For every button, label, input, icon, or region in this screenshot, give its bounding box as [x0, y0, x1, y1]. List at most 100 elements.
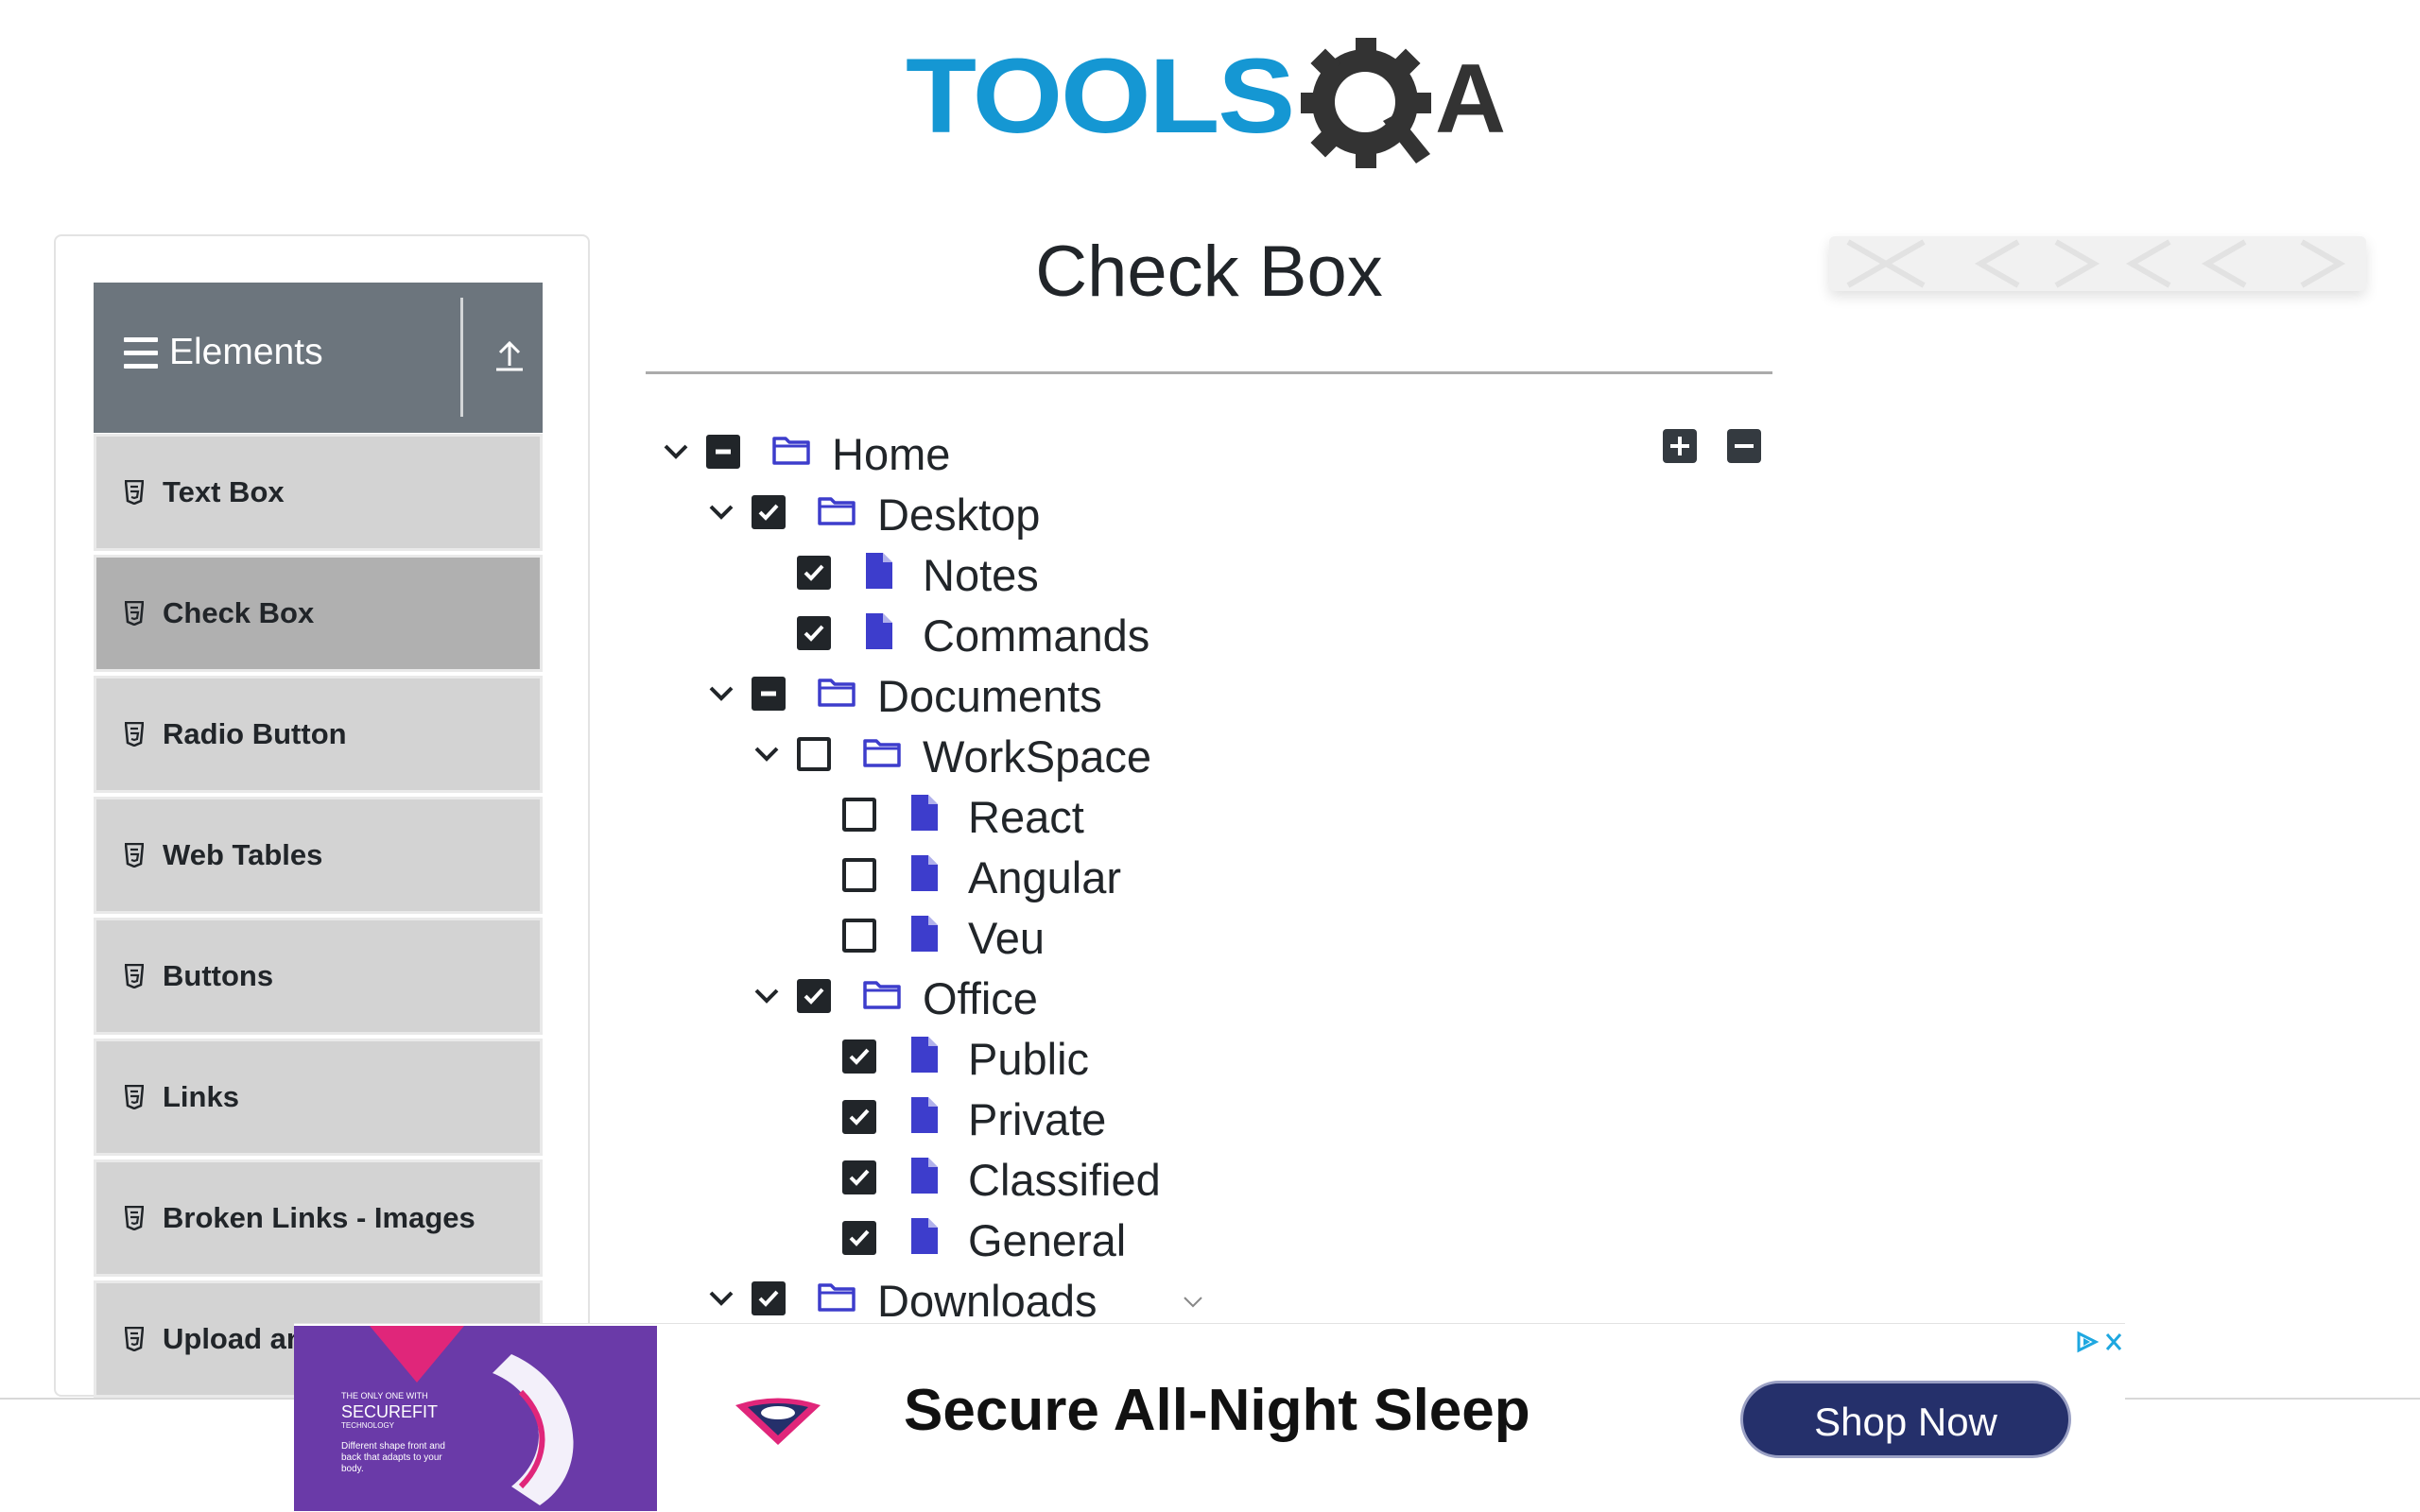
file-icon: [911, 916, 938, 952]
tree-node-label[interactable]: Private: [968, 1093, 1106, 1145]
check-icon: [758, 504, 779, 521]
ad-headline[interactable]: Secure All-Night Sleep: [904, 1377, 1530, 1444]
tree-node-public[interactable]: Public: [781, 1027, 1443, 1088]
checkbox[interactable]: [797, 556, 831, 590]
sidebar-item-web-tables[interactable]: Web Tables: [94, 797, 543, 914]
checkbox[interactable]: [752, 495, 786, 529]
collapse-arrow-icon[interactable]: [491, 337, 528, 375]
checkbox[interactable]: [706, 435, 740, 469]
sidebar-item-label: Check Box: [163, 596, 315, 629]
check-icon: [804, 988, 824, 1005]
expand-all-button[interactable]: [1663, 429, 1697, 463]
sidebar-item-label: Text Box: [163, 475, 285, 508]
html5-icon: [125, 964, 144, 988]
tree-node-label[interactable]: Classified: [968, 1154, 1161, 1206]
tree-node-classified[interactable]: Classified: [781, 1148, 1443, 1209]
tree-node-commands[interactable]: Commands: [735, 604, 1397, 664]
chevron-down-icon[interactable]: [707, 502, 735, 523]
tree-node-label[interactable]: Angular: [968, 851, 1121, 903]
sidebar-item-links[interactable]: Links: [94, 1039, 543, 1156]
tree-node-label[interactable]: Office: [923, 972, 1038, 1024]
tree-node-label[interactable]: Documents: [877, 670, 1102, 722]
tree-node-label[interactable]: Public: [968, 1033, 1089, 1085]
tree-node-general[interactable]: General: [781, 1209, 1443, 1269]
html5-icon: [125, 843, 144, 868]
sidebar-item-buttons[interactable]: Buttons: [94, 918, 543, 1035]
checkbox[interactable]: [842, 858, 876, 892]
folder-icon: [863, 739, 901, 767]
check-icon: [804, 625, 824, 642]
tree-node-label[interactable]: Downloads: [877, 1275, 1098, 1327]
sidebar-item-radio-button[interactable]: Radio Button: [94, 676, 543, 793]
check-icon: [849, 1169, 870, 1186]
html5-icon: [125, 1085, 144, 1109]
chevron-down-icon[interactable]: [707, 683, 735, 704]
page-title: Check Box: [1035, 232, 1383, 312]
toolsqa-logo[interactable]: TOOLS A: [906, 26, 1518, 174]
top-ad-banner[interactable]: [1829, 236, 2366, 291]
chevron-down-icon[interactable]: [752, 744, 781, 765]
elements-menu: Text Box Check Box Radio Button Web Tabl…: [94, 434, 543, 1401]
sidebar-item-text-box[interactable]: Text Box: [94, 434, 543, 551]
tree-node-label[interactable]: Desktop: [877, 489, 1040, 541]
tree-node-downloads[interactable]: Downloads: [707, 1269, 1369, 1330]
html5-icon: [125, 480, 144, 505]
tree-node-office[interactable]: Office: [752, 967, 1414, 1027]
checkbox[interactable]: [842, 798, 876, 832]
sidebar-item-label: Buttons: [163, 959, 274, 992]
checkbox[interactable]: [842, 1221, 876, 1255]
tree-node-notes[interactable]: Notes: [735, 543, 1397, 604]
shop-now-button[interactable]: Shop Now: [1740, 1381, 2071, 1458]
check-icon: [849, 1108, 870, 1125]
checkbox[interactable]: [797, 616, 831, 650]
bottom-ad-banner[interactable]: THE ONLY ONE WITH SECUREFIT TECHNOLOGY D…: [294, 1323, 2125, 1512]
tree-node-desktop[interactable]: Desktop: [707, 483, 1369, 543]
tree-node-workspace[interactable]: WorkSpace: [752, 725, 1414, 785]
tree-node-label[interactable]: WorkSpace: [923, 730, 1151, 782]
checkbox[interactable]: [842, 1100, 876, 1134]
sidebar-item-label: Broken Links - Images: [163, 1201, 475, 1234]
minus-icon: [716, 449, 731, 455]
tree-node-label[interactable]: Notes: [923, 549, 1039, 601]
folder-icon: [818, 1283, 856, 1312]
close-icon: [2105, 1333, 2122, 1350]
collapse-all-button[interactable]: [1727, 429, 1761, 463]
checkbox[interactable]: [842, 1040, 876, 1074]
checkbox[interactable]: [797, 979, 831, 1013]
tree-node-private[interactable]: Private: [781, 1088, 1443, 1148]
sidebar-item-broken-links-images[interactable]: Broken Links - Images: [94, 1160, 543, 1277]
tree-node-label[interactable]: General: [968, 1214, 1126, 1266]
checkbox[interactable]: [842, 1160, 876, 1194]
checkbox[interactable]: [842, 919, 876, 953]
sidebar-item-label: Radio Button: [163, 717, 347, 750]
scroll-chevron-icon[interactable]: [1180, 1294, 1206, 1311]
html5-icon: [125, 601, 144, 626]
checkbox[interactable]: [752, 677, 786, 711]
file-icon: [911, 1037, 938, 1073]
tree-node-home[interactable]: Home: [662, 422, 1323, 483]
tree-node-veu[interactable]: Veu: [781, 906, 1443, 967]
title-divider: [646, 371, 1772, 374]
tree-node-label[interactable]: Commands: [923, 610, 1150, 662]
checkbox[interactable]: [752, 1281, 786, 1315]
logo-text-right: A: [1435, 44, 1506, 154]
minus-icon: [761, 691, 776, 696]
tree-node-angular[interactable]: Angular: [781, 846, 1443, 906]
tree-node-label[interactable]: Home: [832, 428, 950, 480]
checkbox[interactable]: [797, 737, 831, 771]
ad-product-image[interactable]: THE ONLY ONE WITH SECUREFIT TECHNOLOGY D…: [294, 1326, 657, 1511]
ad-image-body: Different shape front and back that adap…: [341, 1441, 445, 1474]
file-icon: [911, 1158, 938, 1194]
file-icon: [911, 1218, 938, 1254]
tree-node-label[interactable]: React: [968, 791, 1084, 843]
chevron-down-icon[interactable]: [662, 441, 690, 462]
chevron-down-icon[interactable]: [707, 1288, 735, 1309]
logo-text-left: TOOLS: [906, 37, 1293, 155]
chevron-down-icon[interactable]: [752, 986, 781, 1006]
tree-node-label[interactable]: Veu: [968, 912, 1045, 964]
tree-node-documents[interactable]: Documents: [707, 664, 1369, 725]
elements-group-header[interactable]: Elements: [94, 283, 543, 433]
tree-node-react[interactable]: React: [781, 785, 1443, 846]
adchoices-icon[interactable]: [2071, 1330, 2128, 1354]
sidebar-item-check-box[interactable]: Check Box: [94, 555, 543, 672]
